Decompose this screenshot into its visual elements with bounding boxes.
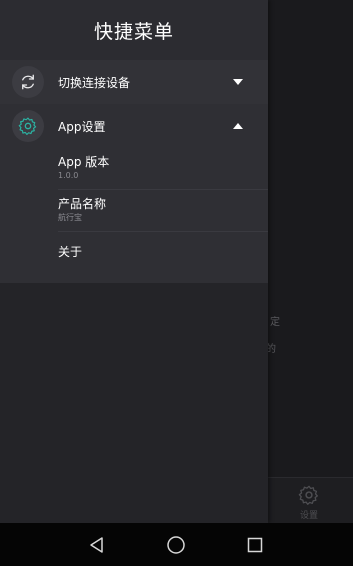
- product-name-value: 航行宝: [58, 213, 82, 222]
- app-version-value: 1.0.0: [58, 171, 79, 180]
- sync-icon: [12, 66, 44, 98]
- nav-back-button[interactable]: [77, 523, 117, 566]
- back-icon: [90, 536, 103, 553]
- recents-icon: [247, 537, 263, 552]
- tab-settings-label: 设置: [299, 511, 318, 521]
- background-text-fragment: 定: [270, 317, 280, 328]
- quick-menu-drawer: 快捷菜单 切换连接设备 App设置 App 版本 1.0.0 产品名称 航行宝 …: [0, 0, 268, 523]
- submenu-item-title: 产品名称: [58, 197, 107, 211]
- submenu-item-title: 关于: [58, 245, 83, 259]
- chevron-up-icon: [233, 123, 243, 129]
- gear-icon: [298, 485, 318, 505]
- nav-home-button[interactable]: [156, 523, 196, 566]
- background-tab-settings[interactable]: 设置: [286, 481, 332, 523]
- home-icon: [167, 535, 185, 554]
- system-navigation-bar: [0, 523, 353, 566]
- menu-item-label: 切换连接设备: [58, 75, 131, 90]
- gear-icon: [12, 110, 44, 142]
- chevron-down-icon: [233, 79, 243, 85]
- submenu-item-product-name[interactable]: 产品名称 航行宝: [58, 190, 268, 232]
- nav-recents-button[interactable]: [235, 523, 275, 566]
- submenu-item-app-version[interactable]: App 版本 1.0.0: [58, 148, 268, 190]
- submenu-item-about[interactable]: 关于: [58, 232, 268, 283]
- menu-item-switch-device[interactable]: 切换连接设备: [0, 60, 268, 104]
- menu-item-label: App设置: [58, 119, 106, 134]
- submenu-item-title: App 版本: [58, 155, 110, 169]
- menu-item-app-settings[interactable]: App设置: [0, 104, 268, 148]
- drawer-header: 快捷菜单: [0, 0, 268, 60]
- app-settings-submenu: App 版本 1.0.0 产品名称 航行宝 关于: [0, 148, 268, 283]
- drawer-title: 快捷菜单: [93, 20, 174, 43]
